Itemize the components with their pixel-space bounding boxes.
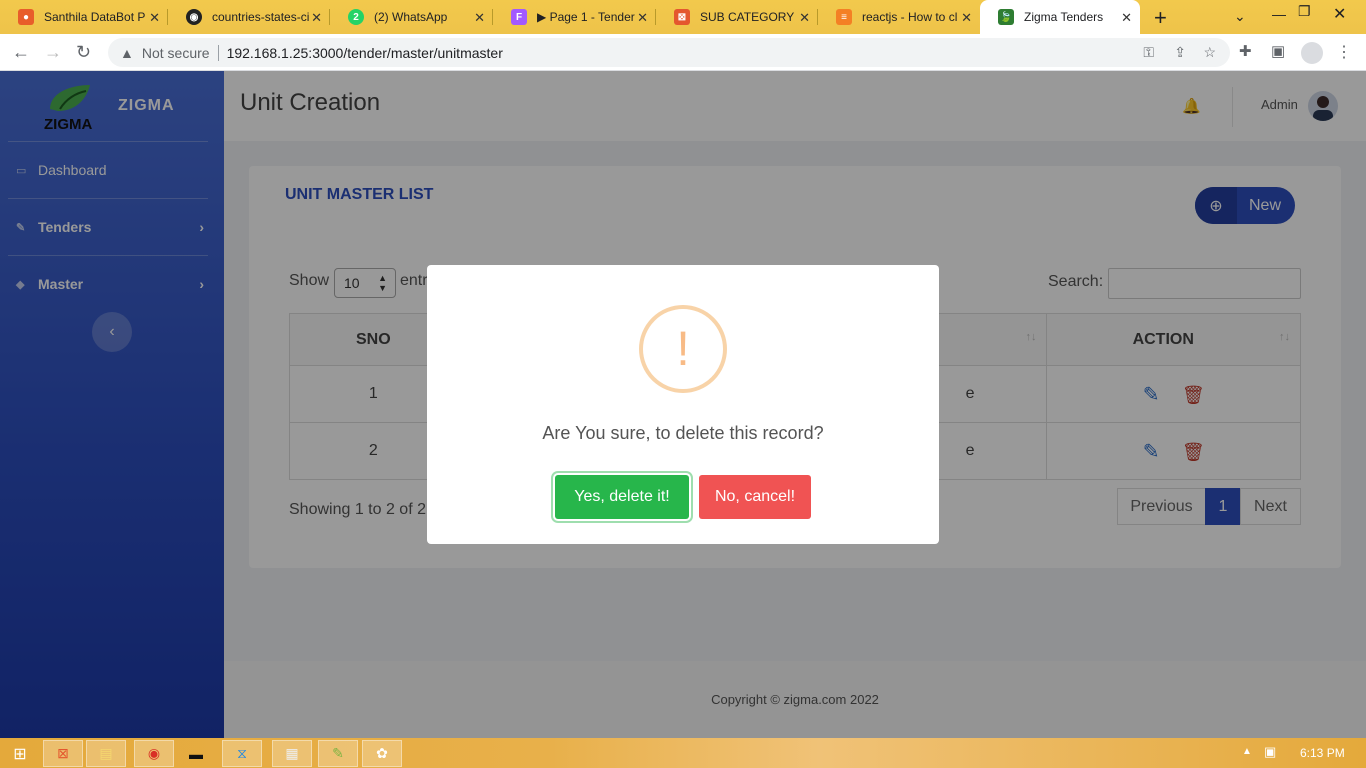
- new-tab-button[interactable]: +: [1154, 5, 1167, 31]
- browser-tab-strip: ● Santhila DataBot P ✕ ◉ countries-state…: [0, 0, 1366, 34]
- file-explorer-icon[interactable]: ▤: [86, 740, 126, 767]
- url-text: 192.168.1.25:3000/tender/master/unitmast…: [226, 44, 503, 61]
- browser-tab-active[interactable]: 🍃 Zigma Tenders ✕: [980, 0, 1140, 34]
- tray-arrow-icon[interactable]: ▲: [1242, 746, 1252, 757]
- zigma-favicon-icon: 🍃: [998, 9, 1014, 25]
- start-icon[interactable]: ⊞: [0, 740, 40, 767]
- tab-title: countries-states-ci: [212, 10, 310, 24]
- profile-icon[interactable]: [1301, 42, 1323, 64]
- stackoverflow-icon: ≡: [836, 9, 852, 25]
- bookmark-star-icon[interactable]: ☆: [1203, 44, 1216, 61]
- forward-icon[interactable]: →: [44, 42, 62, 63]
- tab-title: reactjs - How to cl: [862, 10, 958, 24]
- close-tab-icon[interactable]: ✕: [637, 10, 648, 26]
- browser-tab[interactable]: ≡ reactjs - How to cl ✕: [818, 0, 980, 34]
- close-tab-icon[interactable]: ✕: [799, 10, 810, 26]
- close-tab-icon[interactable]: ✕: [1121, 10, 1132, 26]
- address-bar[interactable]: ▲ Not secure 192.168.1.25:3000/tender/ma…: [108, 38, 1230, 67]
- tab-title: SUB CATEGORY: [700, 10, 795, 24]
- minimize-icon[interactable]: —: [1272, 6, 1286, 22]
- tab-title: Santhila DataBot P: [44, 10, 146, 24]
- vscode-icon[interactable]: ⧖: [222, 740, 262, 767]
- side-panel-icon[interactable]: ▣: [1271, 42, 1285, 60]
- back-icon[interactable]: ←: [12, 42, 30, 63]
- browser-tab[interactable]: ⊠ SUB CATEGORY ✕: [656, 0, 818, 34]
- network-icon[interactable]: ▣: [1264, 744, 1276, 760]
- confirm-delete-button[interactable]: Yes, delete it!: [555, 475, 689, 519]
- notepad-plus-icon[interactable]: ✎: [318, 740, 358, 767]
- close-tab-icon[interactable]: ✕: [474, 10, 485, 26]
- close-window-icon[interactable]: ✕: [1333, 4, 1346, 24]
- cancel-button[interactable]: No, cancel!: [699, 475, 811, 519]
- menu-dots-icon[interactable]: ⋮: [1336, 42, 1352, 62]
- tab-search-icon[interactable]: ⌄: [1234, 8, 1246, 25]
- paint-icon[interactable]: ✿: [362, 740, 402, 767]
- warning-icon: !: [639, 305, 727, 393]
- key-icon[interactable]: ⚿: [1143, 44, 1154, 61]
- tab-title: (2) WhatsApp: [374, 10, 448, 24]
- tab-title: ▶ Page 1 - Tender: [537, 10, 635, 24]
- restore-icon[interactable]: ❐: [1298, 3, 1311, 20]
- share-icon[interactable]: ⇪: [1174, 44, 1186, 61]
- tab-title: Zigma Tenders: [1024, 10, 1104, 24]
- xampp-icon: ⊠: [674, 9, 690, 25]
- app: ZIGMA ZIGMA ▭ Dashboard ✎ Tenders › ◆ Ma…: [0, 71, 1366, 738]
- notepad-icon[interactable]: ▦: [272, 740, 312, 767]
- browser-tab[interactable]: 2 (2) WhatsApp ✕: [330, 0, 493, 34]
- browser-tab[interactable]: ◉ countries-states-ci ✕: [168, 0, 330, 34]
- warning-icon: ▲: [120, 44, 134, 61]
- reload-icon[interactable]: ↻: [76, 42, 91, 63]
- close-tab-icon[interactable]: ✕: [961, 10, 972, 26]
- browser-tab[interactable]: ● Santhila DataBot P ✕: [0, 0, 168, 34]
- cmd-icon[interactable]: ▬: [176, 740, 216, 767]
- xampp-taskbar-icon[interactable]: ⊠: [43, 740, 83, 767]
- browser-toolbar: ← → ↻ ▲ Not secure 192.168.1.25:3000/ten…: [0, 34, 1366, 71]
- clock[interactable]: 6:13 PM: [1300, 746, 1345, 760]
- chrome-icon[interactable]: ◉: [134, 740, 174, 767]
- close-tab-icon[interactable]: ✕: [149, 10, 160, 26]
- github-icon: ◉: [186, 9, 202, 25]
- dialog-message: Are You sure, to delete this record?: [542, 423, 824, 443]
- windows-taskbar: ⊞ ⊠ ▤ ◉ ▬ ⧖ ▦ ✎ ✿ ▲ ▣ 6:13 PM: [0, 738, 1366, 768]
- whatsapp-icon: 2: [348, 9, 364, 25]
- extensions-icon[interactable]: ✚: [1239, 42, 1252, 60]
- browser-tab[interactable]: F ▶ Page 1 - Tender ✕: [493, 0, 656, 34]
- confirm-delete-dialog: ! Are You sure, to delete this record? Y…: [427, 265, 939, 544]
- not-secure-label: Not secure: [141, 44, 210, 61]
- close-tab-icon[interactable]: ✕: [311, 10, 322, 26]
- tab-favicon-icon: ●: [18, 9, 34, 25]
- figma-icon: F: [511, 9, 527, 25]
